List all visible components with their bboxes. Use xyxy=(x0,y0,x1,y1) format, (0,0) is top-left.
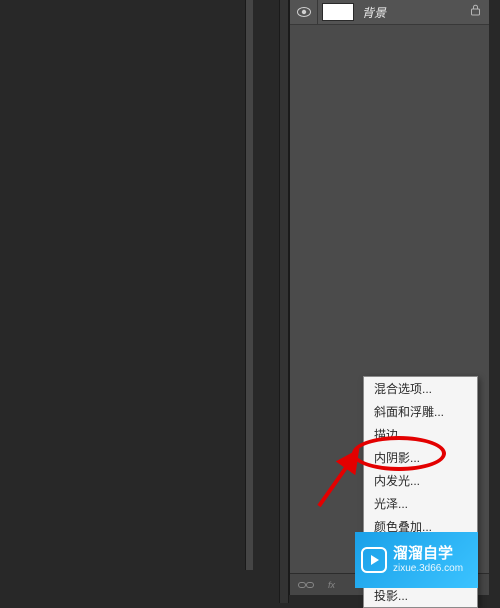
menu-item-satin[interactable]: 光泽... xyxy=(364,492,477,515)
lock-icon xyxy=(470,3,481,21)
watermark-logo-icon xyxy=(361,547,387,573)
link-layers-icon[interactable] xyxy=(298,580,314,590)
menu-item-stroke[interactable]: 描边... xyxy=(364,423,477,446)
svg-text:fx: fx xyxy=(328,580,336,590)
eye-icon xyxy=(297,7,311,17)
watermark-title: 溜溜自学 xyxy=(393,546,463,563)
menu-item-inner-glow[interactable]: 内发光... xyxy=(364,469,477,492)
layer-visibility-toggle[interactable] xyxy=(290,0,318,24)
panel-divider xyxy=(279,0,289,603)
layer-row-background[interactable]: 背景 xyxy=(290,0,489,25)
fx-icon[interactable]: fx xyxy=(328,580,342,590)
menu-item-inner-shadow[interactable]: 内阴影... xyxy=(364,446,477,469)
menu-item-bevel-emboss[interactable]: 斜面和浮雕... xyxy=(364,400,477,423)
watermark-subtitle: zixue.3d66.com xyxy=(393,563,463,574)
menu-item-blending-options[interactable]: 混合选项... xyxy=(364,377,477,400)
canvas-area[interactable] xyxy=(0,0,253,570)
layer-thumbnail[interactable] xyxy=(322,3,354,21)
watermark: 溜溜自学 zixue.3d66.com xyxy=(355,532,478,588)
layer-name-label[interactable]: 背景 xyxy=(362,4,386,21)
